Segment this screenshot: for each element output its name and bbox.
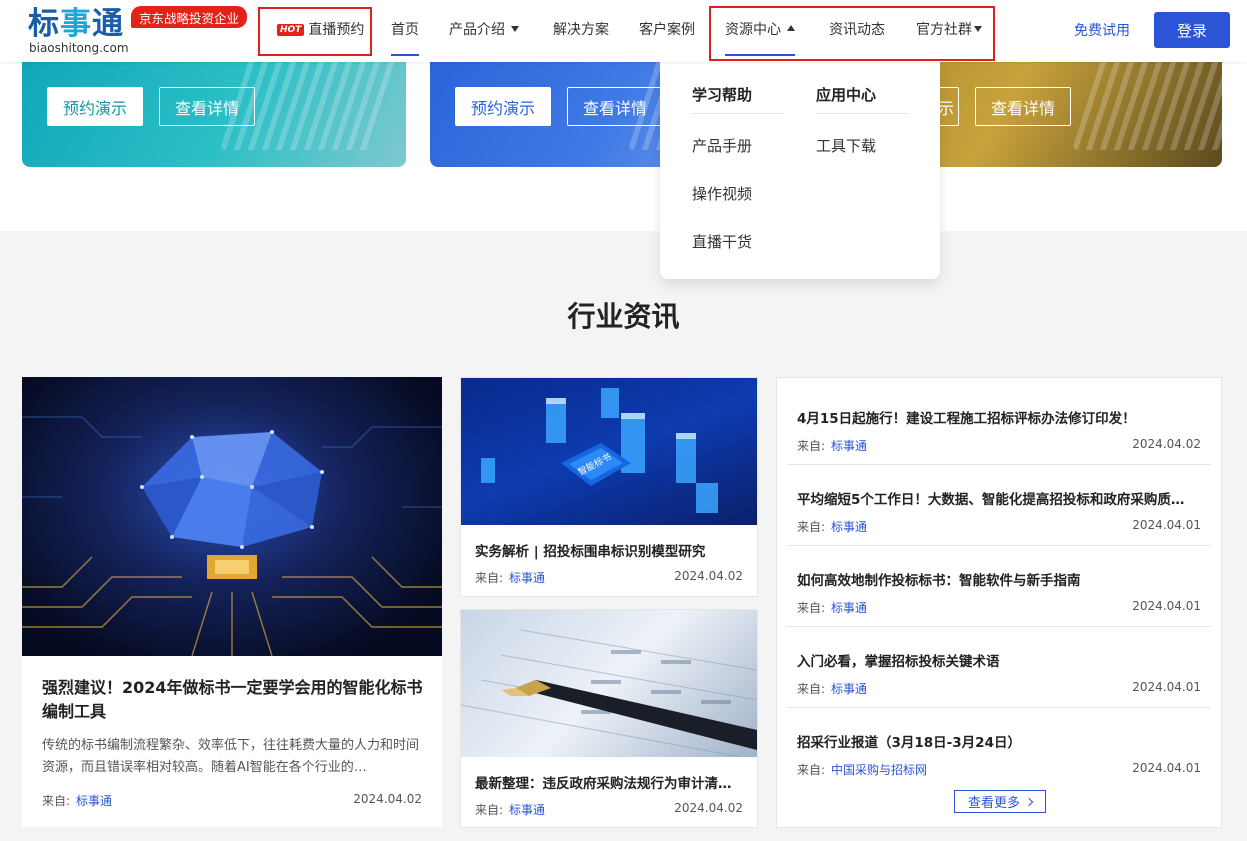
resources-dropdown: 学习帮助 产品手册 操作视频 直播干货 应用中心 工具下载 — [660, 62, 940, 279]
chevron-down-icon — [511, 26, 519, 32]
login-button[interactable]: 登录 — [1154, 12, 1230, 48]
featured-article-summary: 传统的标书编制流程繁杂、效率低下，往往耗费大量的人力和时间资源，而且错误率相对较… — [42, 738, 420, 775]
free-trial-link[interactable]: 免费试用 — [1074, 20, 1130, 40]
dropdown-link-manual[interactable]: 产品手册 — [692, 135, 752, 156]
source-label: 来自: — [797, 439, 826, 453]
news-date: 2024.04.01 — [1132, 761, 1201, 775]
source-label: 来自: — [797, 682, 826, 696]
dropdown-link-tools[interactable]: 工具下载 — [816, 135, 876, 156]
dropdown-link-live[interactable]: 直播干货 — [692, 231, 752, 252]
ai-brain-chip-image — [22, 377, 442, 656]
book-demo-button[interactable]: 预约演示 — [47, 87, 143, 126]
nav-news[interactable]: 资讯动态 — [829, 20, 885, 40]
view-details-button[interactable]: 查看详情 — [975, 87, 1071, 126]
article-date: 2024.04.02 — [353, 792, 422, 806]
news-title[interactable]: 入门必看，掌握招标投标关键术语 — [797, 650, 1201, 670]
source-label: 来自: — [475, 571, 504, 585]
source-link[interactable]: 标事通 — [76, 794, 112, 808]
jd-investment-badge: 京东战略投资企业 — [131, 6, 248, 28]
book-demo-button[interactable]: 预约演示 — [455, 87, 551, 126]
news-list-item[interactable]: 平均缩短5个工作日！大数据、智能化提高招投标和政府采购质… 来自: 标事通 202… — [787, 465, 1211, 546]
featured-article-card[interactable]: 强烈建议！2024年做标书一定要学会用的智能化标书编制工具 传统的标书编制流程繁… — [22, 377, 442, 827]
news-list-item[interactable]: 入门必看，掌握招标投标关键术语 来自: 标事通 2024.04.01 — [787, 627, 1211, 708]
news-list-item[interactable]: 4月15日起施行！建设工程施工招标评标办法修订印发！ 来自: 标事通 2024.0… — [787, 384, 1211, 465]
nav-resources[interactable]: 资源中心 — [725, 20, 795, 56]
article-title[interactable]: 实务解析 | 招投标围串标识别模型研究 — [475, 540, 745, 560]
logo-char: 事 — [60, 6, 92, 42]
nav-home[interactable]: 首页 — [391, 20, 419, 56]
featured-article-title[interactable]: 强烈建议！2024年做标书一定要学会用的智能化标书编制工具 — [42, 676, 427, 724]
news-title[interactable]: 平均缩短5个工作日！大数据、智能化提高招投标和政府采购质… — [797, 488, 1201, 508]
news-list-panel: 4月15日起施行！建设工程施工招标评标办法修订印发！ 来自: 标事通 2024.0… — [776, 377, 1222, 828]
source-link[interactable]: 标事通 — [831, 439, 867, 453]
news-source: 来自: 标事通 — [797, 680, 867, 697]
hot-badge: HOT — [277, 24, 305, 36]
view-more-label: 查看更多 — [967, 796, 1020, 811]
source-link[interactable]: 标事通 — [831, 682, 867, 696]
article-card[interactable]: 最新整理：违反政府采购法规行为审计清… 来自: 标事通 2024.04.02 — [460, 609, 758, 828]
nav-products[interactable]: 产品介绍 — [449, 20, 519, 40]
nav-label: 资源中心 — [725, 22, 781, 38]
view-more-button[interactable]: 查看更多 — [954, 790, 1046, 813]
news-date: 2024.04.01 — [1132, 518, 1201, 532]
news-source: 来自: 标事通 — [797, 599, 867, 616]
source-label: 来自: — [475, 803, 504, 817]
nav-community[interactable]: 官方社群 — [916, 20, 982, 40]
source-link[interactable]: 标事通 — [509, 803, 545, 817]
pen-document-image — [461, 610, 757, 757]
news-list-item[interactable]: 招采行业报道（3月18日-3月24日） 来自: 中国采购与招标网 2024.04.… — [787, 708, 1211, 789]
article-title[interactable]: 最新整理：违反政府采购法规行为审计清… — [475, 772, 745, 792]
news-list-item[interactable]: 如何高效地制作投标标书：智能软件与新手指南 来自: 标事通 2024.04.01 — [787, 546, 1211, 627]
chevron-up-icon — [787, 25, 795, 31]
article-date: 2024.04.02 — [674, 801, 743, 815]
news-title[interactable]: 招采行业报道（3月18日-3月24日） — [797, 731, 1201, 751]
source-link[interactable]: 中国采购与招标网 — [831, 763, 927, 777]
source-label: 来自: — [797, 763, 826, 777]
source-label: 来自: — [797, 601, 826, 615]
dropdown-link-video[interactable]: 操作视频 — [692, 183, 752, 204]
view-details-button[interactable]: 查看详情 — [567, 87, 663, 126]
nav-label: 产品介绍 — [449, 22, 505, 38]
news-title[interactable]: 4月15日起施行！建设工程施工招标评标办法修订印发！ — [797, 407, 1201, 427]
source-link[interactable]: 标事通 — [831, 601, 867, 615]
news-date: 2024.04.01 — [1132, 680, 1201, 694]
source-link[interactable]: 标事通 — [509, 571, 545, 585]
news-source: 来自: 标事通 — [797, 437, 867, 454]
article-source: 来自: 标事通 — [42, 792, 112, 809]
smart-bid-chip-image: 智能标书 — [461, 378, 757, 525]
section-title: 行业资讯 — [567, 300, 680, 333]
article-source: 来自: 标事通 — [475, 569, 545, 586]
news-date: 2024.04.02 — [1132, 437, 1201, 451]
dropdown-heading: 学习帮助 — [692, 84, 784, 114]
source-label: 来自: — [797, 520, 826, 534]
news-source: 来自: 中国采购与招标网 — [797, 761, 927, 778]
promo-screen-image — [1071, 50, 1222, 150]
news-source: 来自: 标事通 — [797, 518, 867, 535]
logo-char: 通 — [92, 6, 124, 42]
nav-live-booking[interactable]: HOT 直播预约 — [277, 20, 364, 40]
article-date: 2024.04.02 — [674, 569, 743, 583]
news-date: 2024.04.01 — [1132, 599, 1201, 613]
nav-label: 官方社群 — [916, 22, 972, 38]
logo[interactable]: 标事通 biaoshitong.com — [28, 5, 129, 57]
article-card[interactable]: 智能标书 实务解析 | 招投标围串标识别模型研究 来自: 标事通 2024.04.… — [460, 377, 758, 597]
news-title[interactable]: 如何高效地制作投标标书：智能软件与新手指南 — [797, 569, 1201, 589]
nav-solutions[interactable]: 解决方案 — [553, 20, 609, 40]
source-link[interactable]: 标事通 — [831, 520, 867, 534]
nav-cases[interactable]: 客户案例 — [639, 20, 695, 40]
dropdown-heading: 应用中心 — [816, 84, 908, 114]
site-header: 标事通 biaoshitong.com 京东战略投资企业 HOT 直播预约 首页 … — [0, 0, 1247, 62]
nav-label: 直播预约 — [308, 22, 365, 38]
source-label: 来自: — [42, 794, 71, 808]
chevron-right-icon — [1024, 797, 1034, 806]
logo-char: 标 — [28, 6, 60, 42]
logo-domain: biaoshitong.com — [29, 41, 129, 55]
view-details-button[interactable]: 查看详情 — [159, 87, 255, 126]
chevron-down-icon — [974, 26, 982, 32]
article-source: 来自: 标事通 — [475, 801, 545, 818]
